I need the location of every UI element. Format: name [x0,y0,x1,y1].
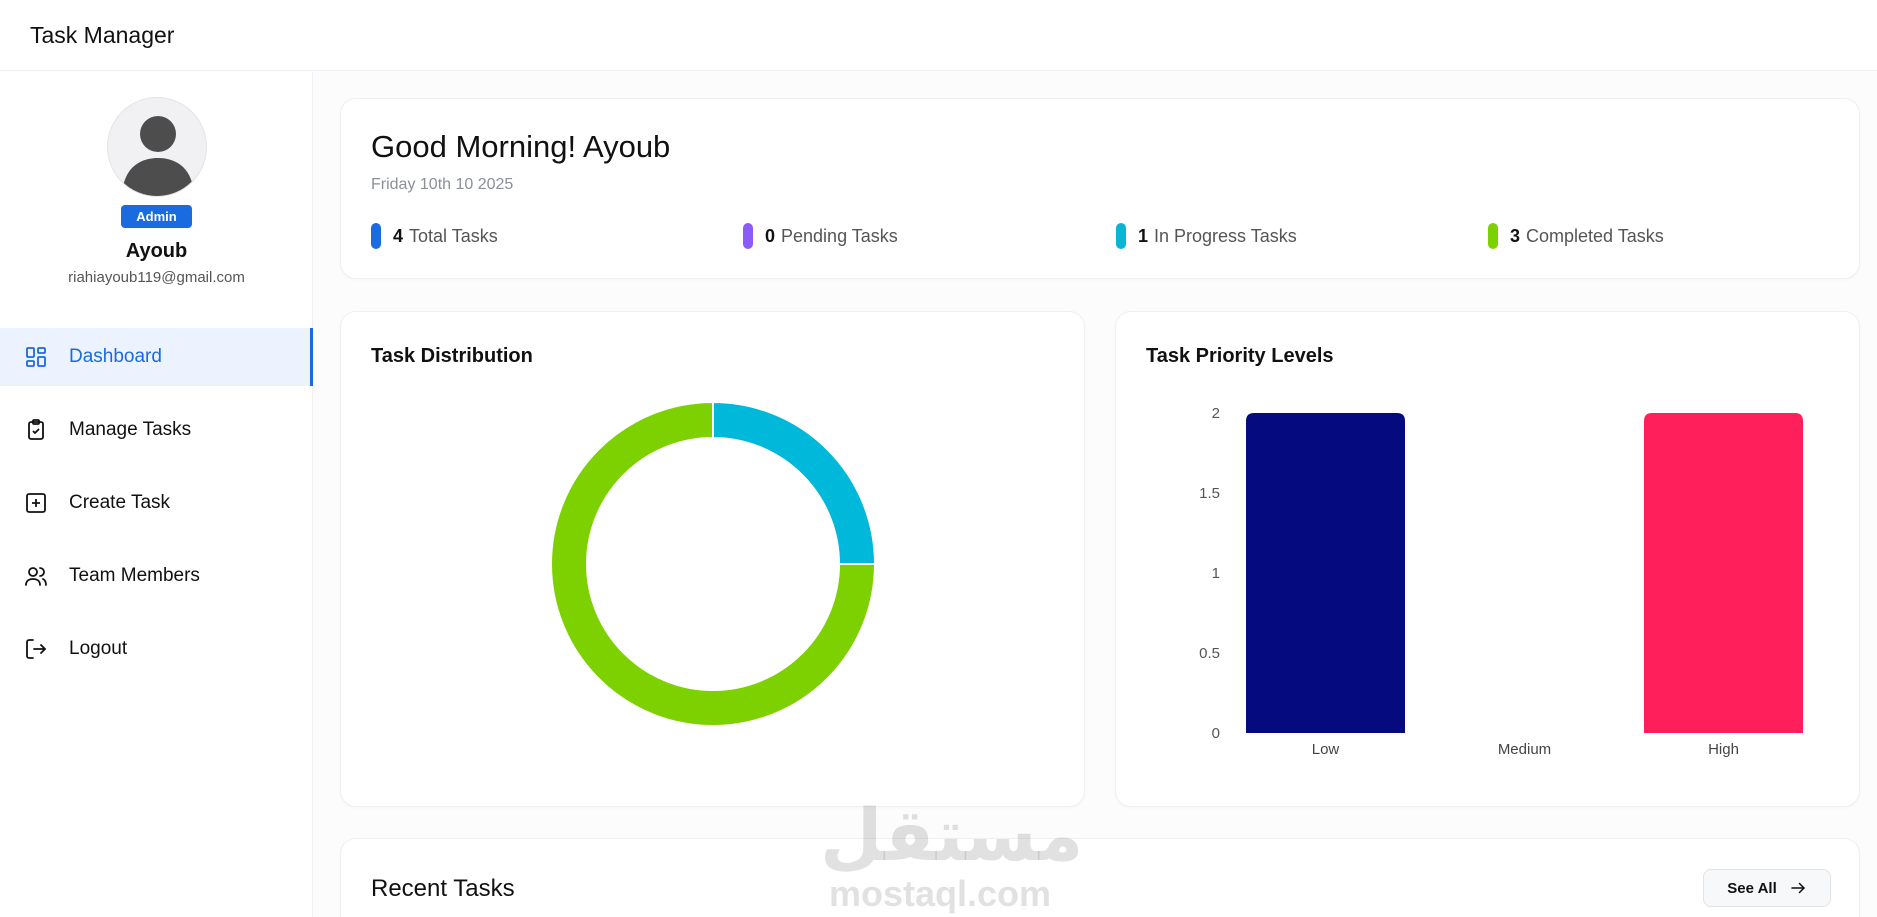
donut-slice-in-progress[interactable] [712,400,877,565]
sidebar-item-manage-tasks[interactable]: Manage Tasks [0,401,313,459]
x-tick-label: Medium [1498,741,1551,758]
avatar [106,97,207,197]
stat-label: Total Tasks [409,225,498,246]
top-bar: Task Manager [0,0,1877,71]
sidebar-item-label: Dashboard [69,346,162,367]
greeting-card: Good Morning! Ayoub Friday 10th 10 2025 … [340,98,1860,279]
plus-square-icon [24,491,48,515]
stat-label: Pending Tasks [781,225,898,246]
stat-color-marker [1116,223,1126,249]
y-tick-label: 2 [1212,405,1220,422]
clipboard-check-icon [24,418,48,442]
users-icon [24,564,48,588]
y-tick-label: 0.5 [1199,645,1220,662]
sidebar: Admin Ayoub riahiayoub119@gmail.com Dash… [0,72,313,917]
sidebar-nav: Dashboard Manage Tasks Create Task Team … [0,328,313,693]
current-date: Friday 10th 10 2025 [371,176,514,193]
sidebar-item-create-task[interactable]: Create Task [0,474,313,532]
sidebar-item-team-members[interactable]: Team Members [0,547,313,605]
stat-value: 3 [1510,225,1521,246]
stat-value: 0 [765,225,776,246]
sidebar-item-label: Create Task [69,492,171,513]
app-title: Task Manager [30,21,175,48]
task-distribution-card: Task Distribution [340,311,1085,807]
stat-color-marker [371,223,381,249]
dashboard-icon [24,345,48,369]
see-all-button[interactable]: See All [1703,869,1831,907]
y-tick-label: 1 [1212,565,1220,582]
sidebar-item-label: Manage Tasks [69,419,192,440]
stat-label: Completed Tasks [1526,225,1664,246]
see-all-label: See All [1727,879,1777,897]
task-priority-card: Task Priority Levels 0 0.5 1 1.5 2 Low Medium H… [1115,311,1860,807]
stat-completed-tasks: 3 Completed Tasks [1488,223,1664,249]
y-tick-label: 0 [1212,725,1220,742]
greeting-title: Good Morning! Ayoub [371,129,671,164]
logout-icon [24,637,48,661]
task-distribution-donut-chart [550,400,877,727]
stat-label: In Progress Tasks [1154,225,1297,246]
sidebar-item-label: Team Members [69,565,200,586]
y-tick-label: 1.5 [1199,485,1220,502]
x-tick-label: High [1708,741,1739,758]
user-silhouette-icon [121,116,194,196]
role-badge: Admin [121,205,192,228]
stat-value: 4 [393,225,404,246]
sidebar-item-dashboard[interactable]: Dashboard [0,328,313,386]
bar-high[interactable] [1644,413,1803,733]
stat-color-marker [1488,223,1498,249]
stat-color-marker [743,223,753,249]
bar-low[interactable] [1246,413,1405,733]
x-tick-label: Low [1312,741,1340,758]
sidebar-item-logout[interactable]: Logout [0,620,313,678]
user-name: Ayoub [125,240,188,262]
recent-tasks-card: Recent Tasks See All [340,838,1860,917]
arrow-right-icon [1789,879,1807,897]
task-priority-bar-chart: 0 0.5 1 1.5 2 Low Medium High [1199,405,1803,758]
recent-tasks-title: Recent Tasks [371,875,515,902]
user-email: riahiayoub119@gmail.com [68,269,245,286]
stat-in-progress-tasks: 1 In Progress Tasks [1116,223,1297,249]
profile-section: Admin Ayoub riahiayoub119@gmail.com [0,97,313,286]
stat-total-tasks: 4 Total Tasks [371,223,498,249]
stat-value: 1 [1138,225,1149,246]
stat-pending-tasks: 0 Pending Tasks [743,223,898,249]
sidebar-item-label: Logout [69,638,128,659]
